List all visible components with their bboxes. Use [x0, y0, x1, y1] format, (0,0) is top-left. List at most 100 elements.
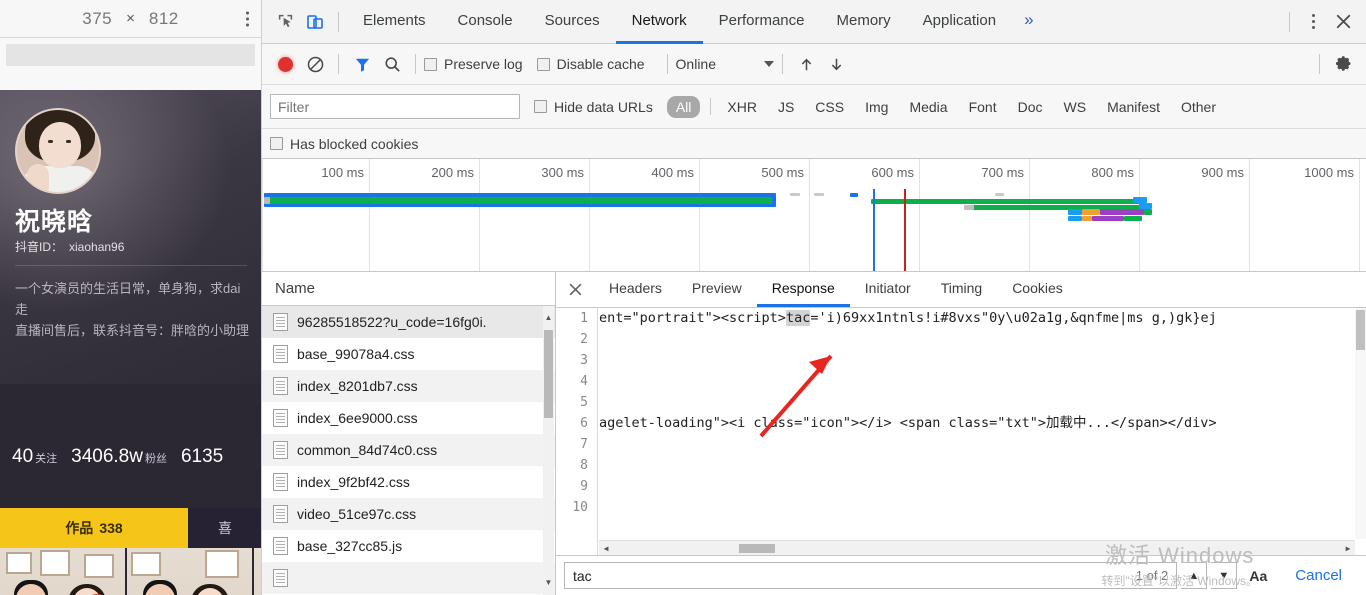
video-thumbnail[interactable]: 都给你留了啊 — [127, 548, 252, 595]
search-prev-button[interactable]: ▲ — [1181, 562, 1208, 589]
video-thumbnail[interactable] — [0, 548, 125, 595]
emulated-page-body: 祝晓晗 抖音ID： xiaohan96 一个女演员的生活日常，单身狗，求dai走 … — [0, 90, 261, 595]
preserve-log-checkbox[interactable]: Preserve log — [424, 56, 523, 72]
detail-tab-timing[interactable]: Timing — [926, 272, 998, 307]
type-filter-media[interactable]: Media — [900, 96, 956, 118]
close-devtools-icon[interactable] — [1328, 7, 1358, 37]
scrollbar-thumb[interactable] — [544, 330, 553, 418]
import-har-icon[interactable] — [791, 49, 821, 79]
code-segment: agelet-loading"><i class="icon"></i> <sp… — [599, 415, 1217, 431]
filter-input[interactable] — [270, 94, 520, 119]
scroll-right-arrow-icon[interactable]: ▶ — [1341, 541, 1355, 555]
stat-following[interactable]: 40 关注 — [12, 446, 57, 468]
network-overview-timeline[interactable]: 100 ms 200 ms 300 ms 400 ms 500 ms 600 m… — [262, 159, 1366, 272]
throttling-select[interactable]: Online — [676, 56, 774, 72]
type-filter-other[interactable]: Other — [1172, 96, 1225, 118]
request-list-body[interactable]: 96285518522?u_code=16fg0i. base_99078a4.… — [262, 306, 555, 595]
detail-tab-cookies[interactable]: Cookies — [997, 272, 1078, 307]
avatar[interactable] — [15, 108, 101, 194]
scroll-down-arrow-icon[interactable]: ▼ — [543, 576, 554, 589]
device-toolbar-icon[interactable] — [300, 7, 330, 37]
timeline-bar — [1100, 209, 1144, 215]
type-filter-font[interactable]: Font — [960, 96, 1006, 118]
request-row[interactable]: index_8201db7.css — [262, 370, 555, 402]
detail-tab-response[interactable]: Response — [756, 272, 850, 307]
gear-icon[interactable] — [1328, 49, 1358, 79]
request-row[interactable]: 96285518522?u_code=16fg0i. — [262, 306, 555, 338]
search-next-button[interactable]: ▼ — [1211, 562, 1238, 589]
request-row[interactable]: common_84d74c0.css — [262, 434, 555, 466]
stat-likes[interactable]: 6135 — [181, 446, 225, 468]
request-list-scrollbar[interactable]: ▲ ▼ — [543, 306, 554, 595]
timeline-bar — [1124, 216, 1142, 221]
type-filter-img[interactable]: Img — [856, 96, 897, 118]
screen-root: 375 × 812 祝晓晗 抖音ID： xiaohan96 一个女演员的生活日常，… — [0, 0, 1366, 595]
type-filter-ws[interactable]: WS — [1055, 96, 1096, 118]
type-filter-xhr[interactable]: XHR — [718, 96, 766, 118]
cancel-search-button[interactable]: Cancel — [1279, 567, 1358, 584]
clear-requests-icon[interactable] — [300, 49, 330, 79]
devtools-topbar-actions — [1281, 7, 1358, 37]
inspect-element-icon[interactable] — [270, 7, 300, 37]
record-button-icon[interactable] — [270, 49, 300, 79]
video-thumbnail[interactable] — [254, 548, 261, 595]
device-width-input[interactable]: 375 — [82, 9, 112, 29]
detail-tab-initiator[interactable]: Initiator — [850, 272, 926, 307]
device-options-kebab-icon[interactable] — [246, 11, 249, 26]
scroll-up-arrow-icon[interactable]: ▲ — [543, 311, 554, 324]
document-icon — [273, 537, 288, 555]
disable-cache-label: Disable cache — [556, 56, 645, 72]
response-vertical-scrollbar[interactable] — [1355, 308, 1366, 539]
scrollbar-thumb[interactable] — [1356, 310, 1365, 350]
tab-console[interactable]: Console — [442, 0, 529, 44]
type-filter-manifest[interactable]: Manifest — [1098, 96, 1169, 118]
match-case-button[interactable]: Aa — [1241, 562, 1275, 589]
more-tabs-chevron-icon[interactable]: » — [1012, 0, 1045, 44]
export-har-icon[interactable] — [821, 49, 851, 79]
has-blocked-cookies-checkbox[interactable]: Has blocked cookies — [270, 136, 418, 152]
timeline-tick: 200 ms — [431, 165, 474, 180]
profile-tab-works[interactable]: 作品 338 — [0, 508, 188, 548]
request-row[interactable]: base_99078a4.css — [262, 338, 555, 370]
response-body-viewer[interactable]: 1 2 3 4 5 6 7 8 9 10 ent="portrait"><scr… — [556, 308, 1366, 555]
timeline-tick: 300 ms — [541, 165, 584, 180]
hide-data-urls-checkbox[interactable]: Hide data URLs — [534, 99, 653, 115]
disable-cache-checkbox[interactable]: Disable cache — [536, 56, 645, 72]
search-input[interactable] — [573, 567, 1136, 584]
tab-performance[interactable]: Performance — [703, 0, 821, 44]
type-filter-all[interactable]: All — [666, 95, 701, 118]
device-height-input[interactable]: 812 — [149, 9, 179, 29]
request-row[interactable] — [262, 562, 555, 594]
response-horizontal-scrollbar[interactable]: ◀ ▶ — [599, 540, 1355, 555]
stat-followers[interactable]: 3406.8w 粉丝 — [71, 446, 167, 468]
request-row[interactable]: video_51ce97c.css — [262, 498, 555, 530]
tab-application[interactable]: Application — [907, 0, 1012, 44]
request-list-header[interactable]: Name — [262, 272, 555, 306]
type-filter-css[interactable]: CSS — [806, 96, 853, 118]
scroll-left-arrow-icon[interactable]: ◀ — [599, 541, 613, 555]
scrollbar-thumb[interactable] — [739, 544, 775, 553]
tab-network[interactable]: Network — [615, 0, 703, 44]
filter-funnel-icon[interactable] — [347, 49, 377, 79]
detail-tab-preview[interactable]: Preview — [677, 272, 757, 307]
close-detail-icon[interactable] — [556, 272, 594, 307]
detail-tab-list: Headers Preview Response Initiator Timin… — [556, 272, 1366, 308]
search-field[interactable]: 1 of 2 — [564, 562, 1178, 589]
profile-tab-likes[interactable]: 喜 — [188, 508, 261, 548]
type-filter-doc[interactable]: Doc — [1009, 96, 1052, 118]
devtools-menu-kebab-icon[interactable] — [1298, 7, 1328, 37]
request-row[interactable]: index_9f2bf42.css — [262, 466, 555, 498]
tab-sources[interactable]: Sources — [529, 0, 616, 44]
line-number: 10 — [572, 500, 588, 515]
request-row[interactable]: base_327cc85.js — [262, 530, 555, 562]
tab-memory[interactable]: Memory — [821, 0, 907, 44]
search-icon[interactable] — [377, 49, 407, 79]
request-name: base_99078a4.css — [297, 346, 415, 362]
profile-description: 一个女演员的生活日常，单身狗，求dai走 直播间售后，联系抖音号：胖晗的小助理 — [15, 281, 250, 338]
tab-elements[interactable]: Elements — [347, 0, 442, 44]
request-row[interactable]: index_6ee9000.css — [262, 402, 555, 434]
type-filter-js[interactable]: JS — [769, 96, 803, 118]
network-lower-split: Name 96285518522?u_code=16fg0i. base_990… — [262, 272, 1366, 595]
detail-tab-headers[interactable]: Headers — [594, 272, 677, 307]
